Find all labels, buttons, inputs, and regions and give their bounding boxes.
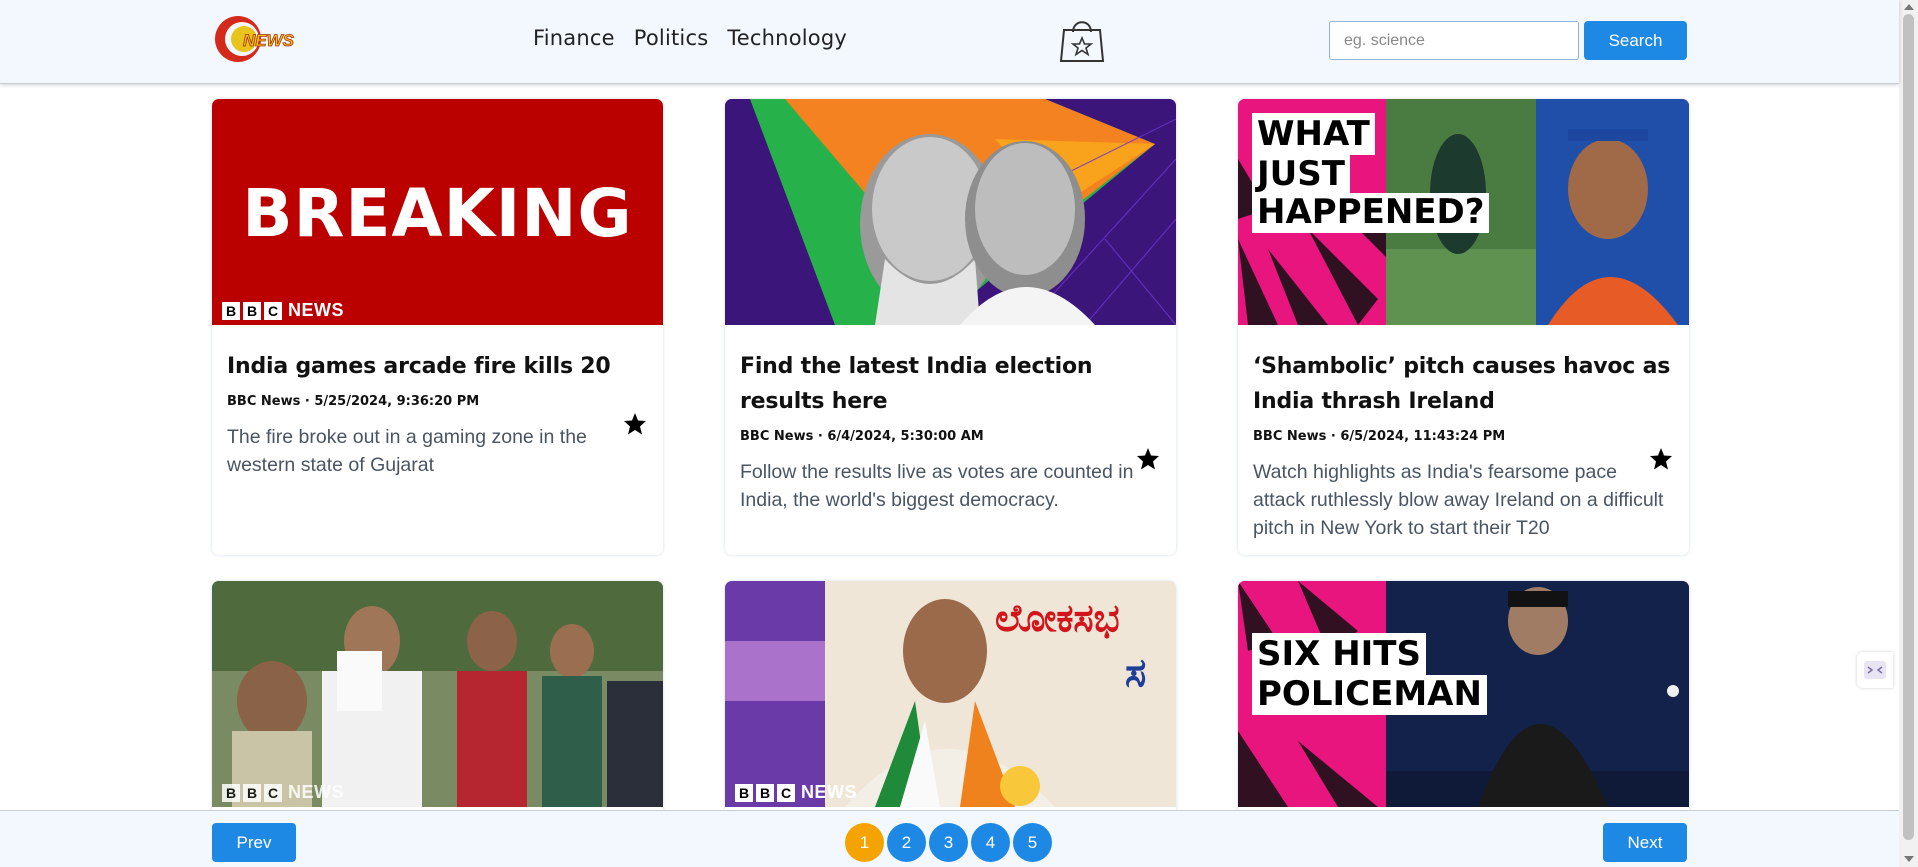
card-meta: BBC News · 6/4/2024, 5:30:00 AM [740, 429, 984, 444]
card-image: WHAT JUST HAPPENED? [1238, 99, 1689, 325]
scroll-up-arrow-icon[interactable] [1904, 4, 1914, 10]
bbc-news-badge: BBC NEWS [735, 782, 857, 803]
card-image: ಲೋಕಸಭ ಸ BBC NEWS [725, 581, 1176, 807]
nav-politics[interactable]: Politics [634, 26, 709, 50]
nav-finance[interactable]: Finance [533, 26, 615, 50]
card-image: SIX HITS POLICEMAN [1238, 581, 1689, 807]
card-image [725, 99, 1176, 325]
card-title[interactable]: ‘Shambolic’ pitch causes havoc as India … [1253, 349, 1678, 419]
news-card[interactable]: SIX HITS POLICEMAN [1238, 581, 1689, 821]
main-nav: Finance Politics Technology [533, 26, 847, 50]
image-breaking-text: BREAKING [242, 175, 633, 252]
next-button[interactable]: Next [1603, 823, 1687, 862]
search-input[interactable] [1329, 21, 1579, 60]
news-card[interactable]: BBC NEWS [212, 581, 663, 821]
svg-text:ಸ: ಸ [1125, 650, 1146, 696]
star-icon[interactable] [623, 412, 647, 436]
card-image: BBC NEWS [212, 581, 663, 807]
saved-bag-icon[interactable] [1059, 16, 1105, 64]
card-meta: BBC News · 6/5/2024, 11:43:24 PM [1253, 429, 1506, 444]
top-navbar: NEWS Finance Politics Technology Search [0, 0, 1899, 84]
prev-button[interactable]: Prev [212, 823, 296, 862]
news-card[interactable]: Find the latest India election results h… [725, 99, 1176, 555]
page-2-button[interactable]: 2 [887, 823, 926, 862]
vertical-scrollbar[interactable] [1899, 0, 1918, 867]
image-headline: SIX HITS POLICEMAN [1252, 633, 1487, 715]
bbc-news-badge: BBC NEWS [222, 782, 344, 803]
news-card[interactable]: BREAKING BBC NEWS India games arcade fir… [212, 99, 663, 555]
card-description: Follow the results live as votes are cou… [740, 461, 1134, 511]
card-title[interactable]: India games arcade fire kills 20 [227, 349, 652, 384]
image-headline: WHAT JUST HAPPENED? [1252, 113, 1490, 233]
search-button[interactable]: Search [1584, 21, 1687, 60]
svg-text:ಲೋಕಸಭ: ಲೋಕಸಭ [995, 596, 1120, 640]
news-logo[interactable]: NEWS [213, 14, 313, 64]
star-icon[interactable] [1649, 447, 1673, 471]
card-meta: BBC News · 5/25/2024, 9:36:20 PM [227, 394, 480, 409]
news-card[interactable]: ಲೋಕಸಭ ಸ BBC NEWS [725, 581, 1176, 821]
page-1-button[interactable]: 1 [845, 823, 884, 862]
pagination-bar: Prev 1 2 3 4 5 Next [0, 810, 1899, 867]
side-widget-icon[interactable] [1857, 652, 1893, 688]
card-title[interactable]: Find the latest India election results h… [740, 349, 1165, 419]
card-description: Watch highlights as India's fearsome pac… [1253, 461, 1664, 539]
news-card[interactable]: WHAT JUST HAPPENED? ‘Shambolic’ pitch ca… [1238, 99, 1689, 555]
bbc-news-badge: BBC NEWS [222, 300, 344, 321]
page-3-button[interactable]: 3 [929, 823, 968, 862]
card-image: BREAKING BBC NEWS [212, 99, 663, 325]
scroll-thumb[interactable] [1903, 14, 1914, 840]
nav-technology[interactable]: Technology [727, 26, 847, 50]
page-4-button[interactable]: 4 [971, 823, 1010, 862]
page-5-button[interactable]: 5 [1013, 823, 1052, 862]
page-numbers: 1 2 3 4 5 [845, 823, 1052, 862]
star-icon[interactable] [1136, 447, 1160, 471]
card-description: The fire broke out in a gaming zone in t… [227, 426, 587, 476]
svg-text:NEWS: NEWS [243, 31, 295, 50]
scroll-down-arrow-icon[interactable] [1904, 856, 1914, 862]
